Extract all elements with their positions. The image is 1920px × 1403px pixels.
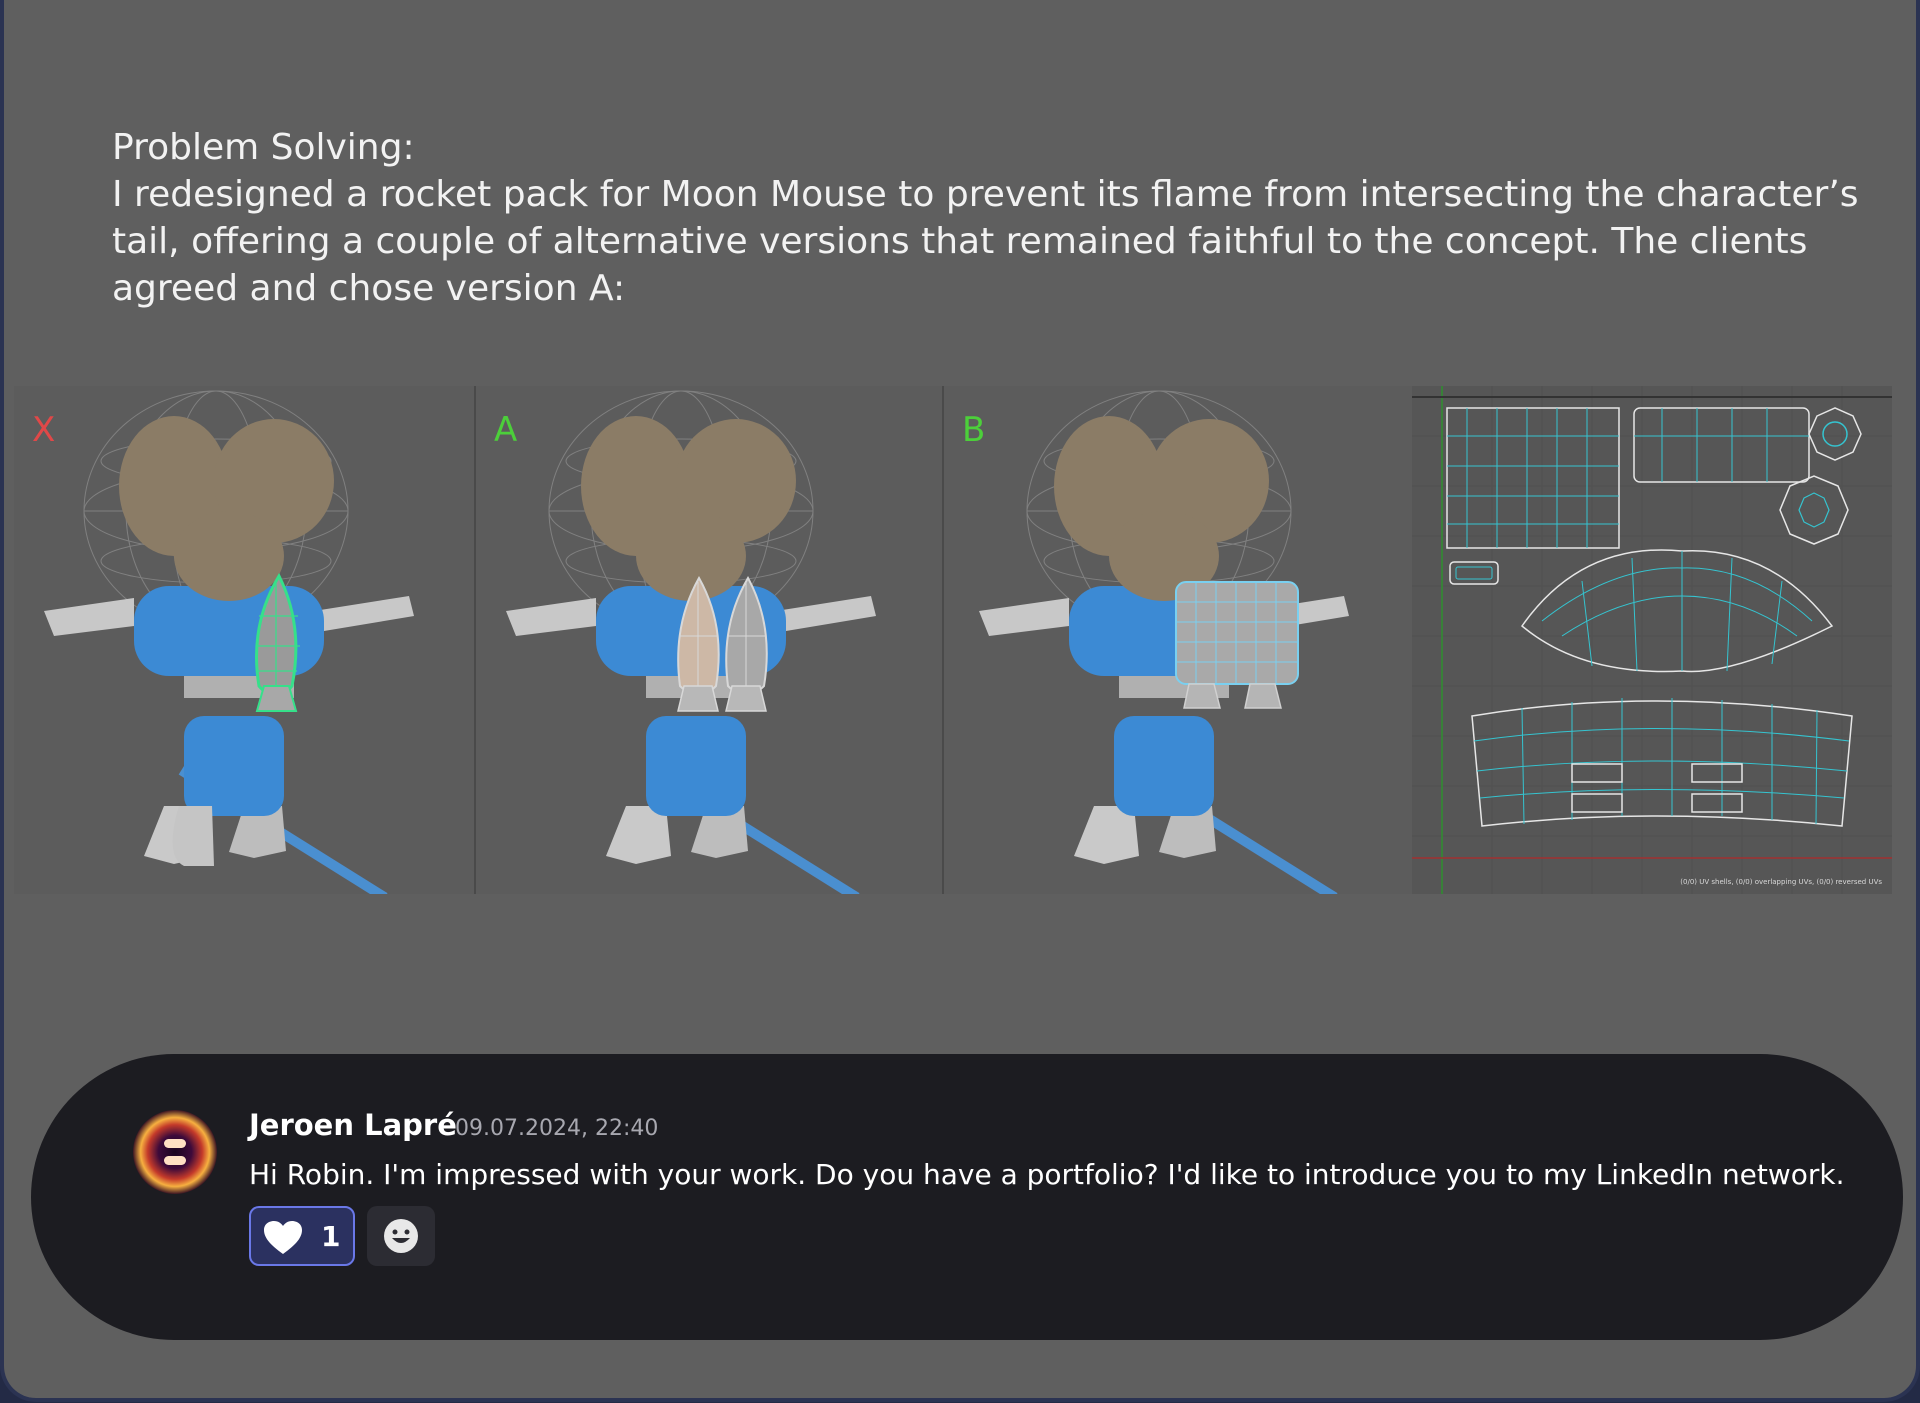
avatar[interactable] [133, 1110, 217, 1194]
comment: Jeroen Lapré 09.07.2024, 22:40 Hi Robin.… [31, 1054, 1903, 1340]
comment-timestamp: 09.07.2024, 22:40 [455, 1116, 659, 1141]
comment-message: Hi Robin. I'm impressed with your work. … [249, 1158, 1845, 1191]
mouse-render-a [506, 390, 876, 894]
render-panel-b: B [944, 386, 1412, 894]
render-panel-a: A [476, 386, 942, 894]
render-strip: X A B (0/0) UV shells, (0/0) overlapping… [14, 386, 1916, 894]
post-heading: Problem Solving: [112, 127, 415, 168]
post-card: Problem Solving: I redesigned a rocket p… [0, 0, 1920, 1402]
panel-label-a: A [494, 410, 518, 450]
reaction-count: 1 [321, 1220, 341, 1253]
heart-icon [264, 1221, 302, 1254]
add-reaction-button[interactable] [367, 1206, 435, 1266]
uv-status-text: (0/0) UV shells, (0/0) overlapping UVs, … [1680, 878, 1882, 886]
heart-reaction-button[interactable]: 1 [249, 1206, 355, 1266]
panel-label-b: B [962, 410, 986, 450]
uv-layout [1412, 386, 1892, 894]
mouse-render-x [44, 390, 414, 894]
post-body: I redesigned a rocket pack for Moon Mous… [112, 174, 1859, 309]
mouse-render-b [979, 390, 1349, 894]
post-text: Problem Solving: I redesigned a rocket p… [112, 124, 1872, 312]
panel-label-x: X [32, 410, 56, 450]
comment-author[interactable]: Jeroen Lapré [249, 1108, 457, 1142]
uv-editor-panel: (0/0) UV shells, (0/0) overlapping UVs, … [1412, 386, 1892, 894]
smiley-icon [384, 1219, 418, 1253]
render-panel-x: X [14, 386, 474, 894]
